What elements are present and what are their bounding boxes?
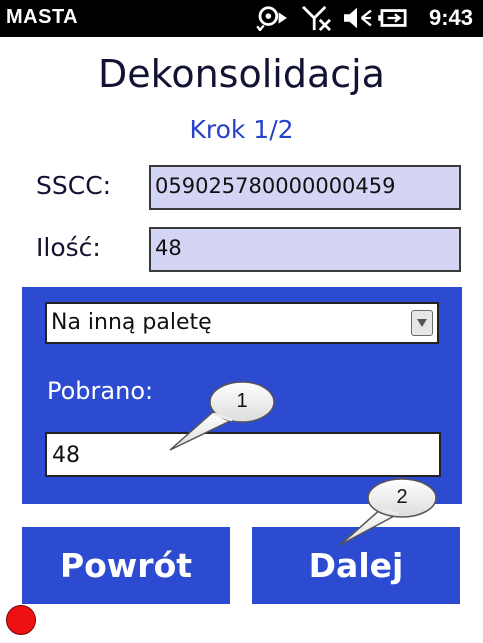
destination-select-value: Na inną paletę: [51, 310, 212, 335]
carrier-name: MASTA: [6, 6, 79, 28]
clock-time: 9:43: [428, 5, 473, 30]
picked-quantity-input[interactable]: 48: [45, 432, 441, 477]
callout-number-2: 2: [396, 486, 408, 508]
sscc-field: 059025780000000459: [149, 165, 461, 210]
status-indicator-dot: [6, 605, 36, 635]
chevron-down-icon[interactable]: [411, 310, 433, 336]
quantity-field: 48: [149, 227, 461, 272]
app-screen: MASTA 9:43 Dekonsolidacja Krok 1/2 SSCC:…: [0, 0, 483, 643]
step-indicator: Krok 1/2: [189, 115, 294, 144]
callout-number-1: 1: [236, 390, 248, 412]
next-button[interactable]: Dalej: [252, 527, 460, 604]
sscc-label: SSCC:: [36, 171, 112, 200]
picked-label: Pobrano:: [47, 377, 154, 405]
destination-select[interactable]: Na inną paletę: [45, 302, 439, 344]
quantity-label: Ilość:: [36, 233, 101, 262]
page-title: Dekonsolidacja: [98, 52, 385, 96]
battery-charging-icon: [378, 9, 407, 27]
status-bar: MASTA 9:43: [0, 0, 483, 37]
no-signal-icon: [302, 5, 331, 31]
sync-icon: [256, 6, 287, 31]
speaker-muted-icon: [344, 7, 372, 29]
back-button[interactable]: Powrót: [22, 527, 230, 604]
